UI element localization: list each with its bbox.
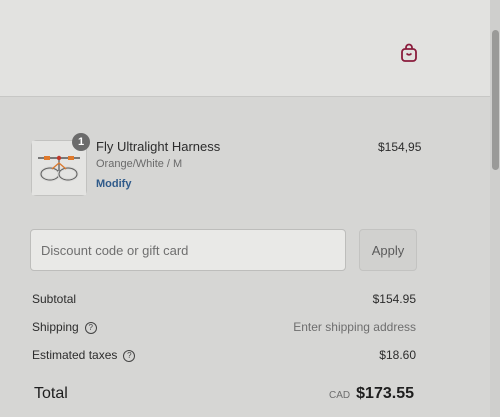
- subtotal-value: $154.95: [372, 292, 416, 306]
- product-name: Fly Ultralight Harness: [96, 139, 221, 154]
- quantity-badge: 1: [72, 133, 90, 151]
- shipping-row-label: Shipping?: [32, 320, 97, 334]
- shipping-help-icon[interactable]: ?: [84, 322, 97, 334]
- taxes-row-label: Estimated taxes?: [32, 348, 136, 362]
- total-label: Total: [34, 385, 68, 402]
- scrollbar[interactable]: [490, 0, 500, 417]
- shopping-bag-icon[interactable]: [398, 42, 420, 64]
- shipping-value: Enter shipping address: [293, 320, 416, 334]
- product-variant: Orange/White / M: [96, 158, 183, 170]
- total-amount: CAD $173.55: [329, 385, 414, 403]
- currency-code: CAD: [329, 390, 351, 401]
- discount-code-input[interactable]: [30, 229, 346, 271]
- modify-link[interactable]: Modify: [96, 178, 131, 190]
- taxes-value: $18.60: [379, 348, 416, 362]
- shipping-label: Shipping: [32, 320, 79, 334]
- total-value: $173.55: [356, 385, 414, 402]
- product-price: $154,95: [378, 140, 422, 154]
- subtotal-label: Subtotal: [32, 292, 77, 306]
- taxes-help-icon[interactable]: ?: [123, 350, 136, 362]
- taxes-label: Estimated taxes: [32, 348, 118, 362]
- checkout-header: [0, 0, 490, 97]
- scrollbar-thumb[interactable]: [492, 30, 499, 170]
- apply-discount-button[interactable]: Apply: [359, 229, 417, 271]
